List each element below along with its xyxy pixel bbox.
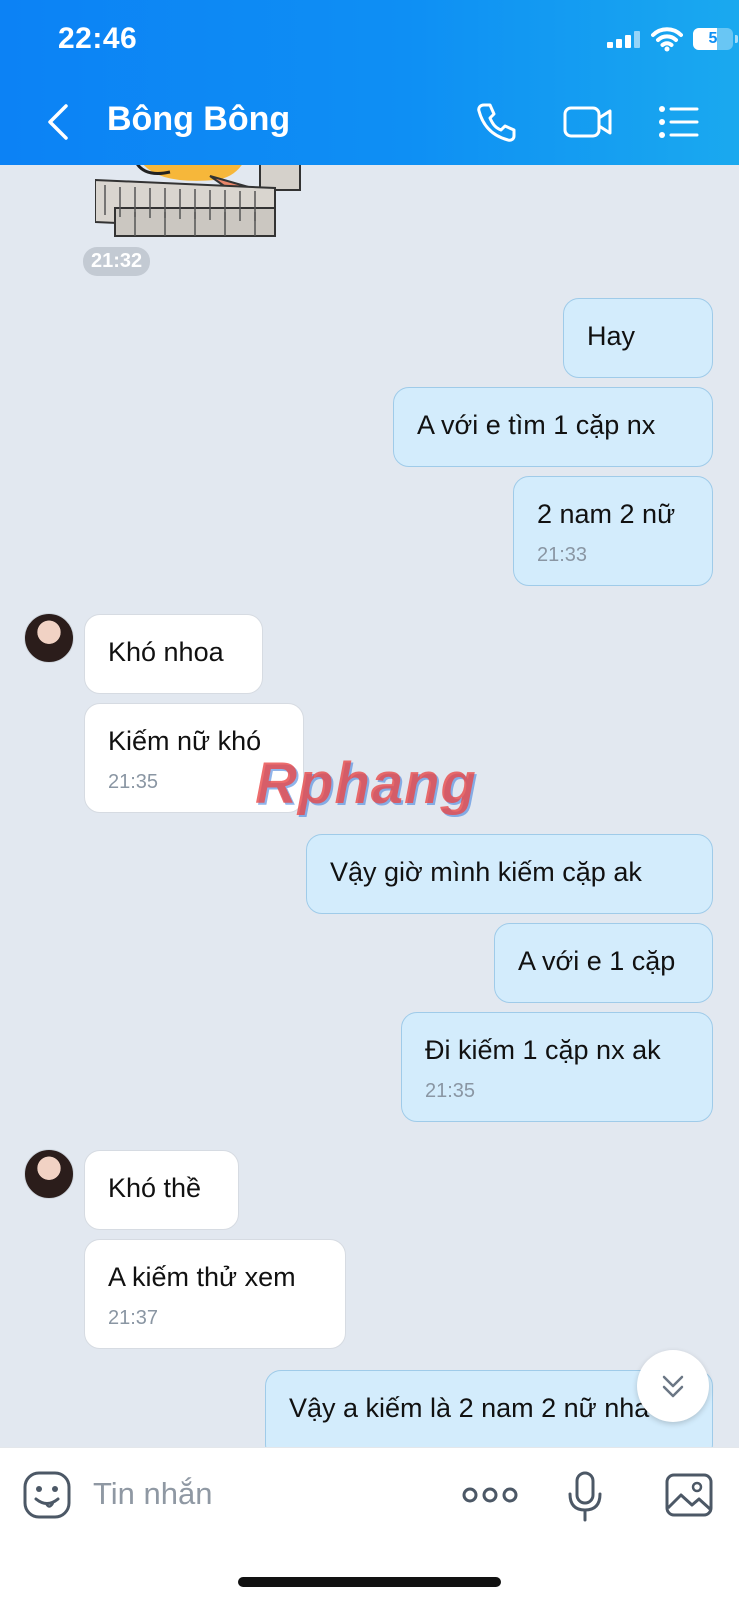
- outgoing-message[interactable]: A với e tìm 1 cặp nx: [393, 387, 713, 467]
- message-input-bar: Tin nhắn: [0, 1447, 739, 1601]
- watermark-logo: Rphang: [255, 751, 477, 816]
- battery-level: 5: [708, 30, 718, 47]
- outgoing-message[interactable]: A với e 1 cặp: [494, 923, 713, 1003]
- outgoing-message[interactable]: Đi kiếm 1 cặp nx ak 21:35: [401, 1012, 713, 1122]
- incoming-message[interactable]: Khó nhoa: [84, 614, 263, 694]
- contact-avatar[interactable]: [24, 1149, 74, 1199]
- phone-icon[interactable]: [474, 100, 518, 144]
- video-call-icon[interactable]: [562, 100, 614, 144]
- wifi-icon: [651, 27, 683, 52]
- outgoing-message[interactable]: 2 nam 2 nữ 21:33: [513, 476, 713, 586]
- sticker-image[interactable]: [95, 165, 310, 245]
- outgoing-message[interactable]: Vậy giờ mình kiếm cặp ak: [306, 834, 713, 914]
- message-list[interactable]: 21:32 Hay A với e tìm 1 cặp nx 2 nam 2 n…: [0, 165, 739, 1447]
- incoming-message[interactable]: Khó thề: [84, 1150, 239, 1230]
- status-time: 22:46: [58, 22, 138, 55]
- image-icon[interactable]: [664, 1470, 714, 1520]
- menu-icon[interactable]: [657, 100, 701, 144]
- signal-icon: [607, 30, 643, 48]
- chat-header: 22:46 5 Bông Bông: [0, 0, 739, 165]
- message-text: Kiếm nữ khó: [108, 726, 262, 756]
- message-text: Khó thề: [108, 1173, 202, 1203]
- sticker-timestamp: 21:32: [83, 247, 151, 276]
- message-text: A với e tìm 1 cặp nx: [417, 410, 656, 440]
- message-text: A với e 1 cặp: [518, 946, 676, 976]
- outgoing-message[interactable]: Hay: [563, 298, 713, 378]
- message-input[interactable]: Tin nhắn: [93, 1476, 213, 1512]
- battery-icon: 5: [693, 28, 738, 50]
- message-text: Khó nhoa: [108, 637, 224, 667]
- home-indicator[interactable]: [238, 1577, 501, 1587]
- message-text: Hay: [587, 321, 636, 351]
- microphone-icon[interactable]: [565, 1470, 605, 1524]
- message-time: 21:37: [108, 1307, 159, 1329]
- chevron-double-down-icon[interactable]: [637, 1350, 709, 1422]
- message-text: Vậy giờ mình kiếm cặp ak: [330, 857, 642, 887]
- message-text: Vậy a kiếm là 2 nam 2 nữ nha: [289, 1393, 650, 1423]
- message-time: 21:33: [537, 544, 588, 566]
- message-text: A kiếm thử xem: [108, 1262, 296, 1292]
- emoji-icon[interactable]: [22, 1470, 72, 1520]
- message-text: Đi kiếm 1 cặp nx ak: [425, 1035, 661, 1065]
- more-icon[interactable]: [462, 1470, 518, 1520]
- incoming-message[interactable]: A kiếm thử xem 21:37: [84, 1239, 346, 1349]
- message-text: 2 nam 2 nữ: [537, 499, 676, 529]
- contact-avatar[interactable]: [24, 613, 74, 663]
- contact-name[interactable]: Bông Bông: [107, 100, 290, 139]
- message-time: 21:35: [425, 1080, 476, 1102]
- back-icon[interactable]: [40, 100, 80, 144]
